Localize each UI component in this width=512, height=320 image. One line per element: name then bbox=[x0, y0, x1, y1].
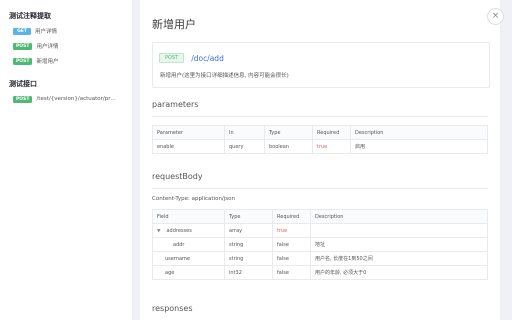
sidebar-item-actuator[interactable]: POST /test/{version}/actuator/prom... bbox=[13, 94, 132, 104]
table-cell: 用户的年龄, 必须大于0 bbox=[310, 265, 488, 280]
table-cell bbox=[310, 223, 488, 238]
table-cell: username bbox=[152, 251, 225, 266]
column-header: Type bbox=[264, 125, 313, 140]
section-divider bbox=[152, 116, 488, 117]
column-header: Field bbox=[152, 209, 225, 224]
group-title-test-api: 测试接口 bbox=[9, 80, 37, 88]
method-tag-post: POST bbox=[159, 53, 185, 63]
table-row[interactable]: ▼ addresses array true bbox=[152, 223, 488, 238]
method-badge-post: POST bbox=[13, 42, 33, 50]
table-cell: enable bbox=[152, 139, 225, 154]
method-badge-post: POST bbox=[13, 95, 33, 103]
table-cell: false bbox=[272, 251, 311, 266]
table-cell: addr bbox=[152, 237, 225, 252]
table-cell: ▼ addresses bbox=[152, 223, 225, 238]
sidebar-item-label: 用户详情 bbox=[35, 29, 58, 35]
content-type-label: Content-Type: application/json bbox=[152, 196, 236, 202]
parameters-table: Parameter In Type Required Description e… bbox=[152, 125, 488, 154]
group-title-annotation: 测试注释提取 bbox=[9, 12, 51, 20]
field-name: addresses bbox=[166, 227, 192, 234]
table-row: age int32 false 用户的年龄, 必须大于0 bbox=[152, 265, 488, 280]
table-row: addr string false 地址 bbox=[152, 237, 488, 252]
page-title: 新增用户 bbox=[152, 18, 196, 31]
column-header: Description bbox=[310, 209, 488, 224]
table-cell: string bbox=[224, 237, 273, 252]
section-divider bbox=[152, 188, 488, 189]
sidebar-item-label: 用户详情 bbox=[36, 44, 59, 50]
table-cell: int32 bbox=[224, 265, 273, 280]
sidebar-item-get-user-detail[interactable]: GET 用户详情 bbox=[13, 26, 132, 36]
api-description: 新增用户(这里为接口详细描述信息, 内容可能会很长) bbox=[160, 73, 289, 79]
table-cell: age bbox=[152, 265, 225, 280]
column-header: Parameter bbox=[152, 125, 225, 140]
sidebar-item-label: /test/{version}/actuator/prom... bbox=[36, 96, 117, 102]
table-cell: 地址 bbox=[310, 237, 488, 252]
table-cell: true bbox=[272, 223, 311, 238]
column-header: Required bbox=[272, 209, 311, 224]
request-body-table: Field Type Required Description ▼ address… bbox=[152, 209, 488, 280]
table-cell: 用户名, 长度在1到50之间 bbox=[310, 251, 488, 266]
close-icon: × bbox=[491, 11, 500, 21]
method-badge-post: POST bbox=[13, 57, 33, 65]
table-row: enable query boolean true 启用 bbox=[152, 139, 488, 154]
sidebar: 测试注释提取 GET 用户详情 POST 用户详情 POST 新增用户 测试接口… bbox=[0, 0, 133, 320]
column-header: Required bbox=[312, 125, 351, 140]
api-summary-box: POST /doc/add 新增用户(这里为接口详细描述信息, 内容可能会很长) bbox=[152, 42, 490, 88]
table-cell: false bbox=[272, 237, 311, 252]
table-cell: 启用 bbox=[350, 139, 488, 154]
table-cell: string bbox=[224, 251, 273, 266]
table-cell: false bbox=[272, 265, 311, 280]
column-header: In bbox=[224, 125, 265, 140]
close-button[interactable]: × bbox=[487, 8, 504, 25]
section-title-request-body: requestBody bbox=[152, 172, 203, 181]
sidebar-item-label: 新增用户 bbox=[36, 59, 59, 65]
section-title-responses: responses bbox=[152, 304, 193, 313]
table-cell: array bbox=[224, 223, 273, 238]
sidebar-item-post-user-detail[interactable]: POST 用户详情 bbox=[13, 41, 132, 51]
sidebar-item-add-user[interactable]: POST 新增用户 bbox=[13, 56, 132, 66]
table-header-row: Parameter In Type Required Description bbox=[152, 125, 488, 140]
table-row: username string false 用户名, 长度在1到50之间 bbox=[152, 251, 488, 266]
table-cell: boolean bbox=[264, 139, 313, 154]
chevron-down-icon[interactable]: ▼ bbox=[157, 229, 160, 234]
section-title-parameters: parameters bbox=[152, 100, 199, 109]
table-cell: true bbox=[312, 139, 351, 154]
column-header: Description bbox=[350, 125, 488, 140]
api-path: /doc/add bbox=[191, 53, 224, 63]
api-detail-panel: 新增用户 POST /doc/add 新增用户(这里为接口详细描述信息, 内容可… bbox=[140, 0, 500, 320]
column-header: Type bbox=[224, 209, 273, 224]
table-cell: query bbox=[224, 139, 265, 154]
method-badge-get: GET bbox=[13, 27, 31, 35]
table-header-row: Field Type Required Description bbox=[152, 209, 488, 224]
